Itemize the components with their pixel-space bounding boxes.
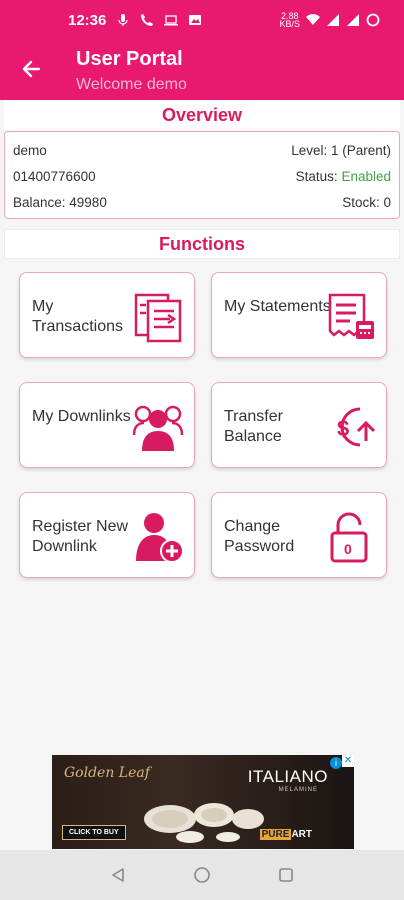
- nav-recents-button[interactable]: [275, 864, 297, 886]
- nav-back-icon: [112, 868, 124, 882]
- add-user-icon: [136, 513, 184, 563]
- status: Status: Enabled: [296, 169, 391, 184]
- phone-icon: [141, 14, 154, 26]
- tile-label: My Transactions: [32, 298, 123, 335]
- ad-info-icon[interactable]: i: [330, 757, 342, 769]
- ad-art: ART: [291, 829, 312, 840]
- status-label: Status:: [295, 169, 338, 184]
- overview-card: demo Level: 1 (Parent) 01400776600 Statu…: [4, 131, 400, 219]
- functions-heading: Functions: [4, 229, 400, 259]
- nav-back-button[interactable]: [107, 864, 129, 886]
- tile-label: Transfer Balance: [224, 408, 283, 445]
- overview-heading: Overview: [4, 100, 400, 130]
- system-nav-bar: [0, 850, 404, 900]
- ad-brand: Golden Leaf: [64, 765, 150, 781]
- signal-icon: [327, 14, 339, 26]
- dollar-transfer-icon: $: [337, 407, 376, 447]
- ad-close-icon[interactable]: ✕: [342, 755, 354, 767]
- my-statements-tile[interactable]: My Statements: [211, 272, 387, 358]
- ad-product-sub: MELAMINE: [278, 787, 318, 793]
- change-password-tile[interactable]: Change Password 0: [211, 492, 387, 578]
- register-new-downlink-tile[interactable]: Register New Downlink: [19, 492, 195, 578]
- padlock-icon: 0: [330, 512, 368, 563]
- network-speed: 2.88 KB/S: [279, 11, 300, 29]
- stock: Stock: 0: [342, 195, 391, 210]
- arrow-left-icon: [22, 60, 41, 78]
- balance: Balance: 49980: [13, 195, 107, 210]
- ad-cta-button[interactable]: CLICK TO BUY: [62, 825, 126, 840]
- back-button[interactable]: [18, 56, 44, 82]
- tableware-image: [144, 803, 264, 843]
- tile-label: My Downlinks: [32, 408, 131, 425]
- ad-banner[interactable]: Golden Leaf ITALIANO MELAMINE CLICK TO B…: [52, 755, 354, 849]
- tile-label: My Statements: [224, 298, 331, 315]
- level: Level: 1 (Parent): [291, 143, 391, 158]
- app-bar: 12:36 2.88 KB/S User Portal Welcome demo: [0, 0, 404, 100]
- transactions-icon: [134, 293, 182, 343]
- svg-text:0: 0: [344, 541, 352, 557]
- tile-label: Change Password: [224, 518, 295, 555]
- tile-label: Register New Downlink: [32, 518, 129, 555]
- phone-number: 01400776600: [13, 169, 96, 184]
- ad-product: ITALIANO: [247, 767, 328, 786]
- battery-icon: [366, 13, 380, 27]
- image-icon: [189, 15, 202, 25]
- signal-icon: [347, 14, 359, 26]
- my-downlinks-tile[interactable]: My Downlinks: [19, 382, 195, 468]
- page-subtitle: Welcome demo: [76, 76, 187, 93]
- transfer-balance-tile[interactable]: Transfer Balance $: [211, 382, 387, 468]
- username: demo: [13, 143, 47, 158]
- statement-receipt-icon: [328, 293, 374, 339]
- page-title: User Portal: [76, 48, 183, 70]
- nav-recents-icon: [279, 868, 293, 882]
- svg-text:$: $: [337, 416, 349, 441]
- wifi-icon: [306, 14, 320, 25]
- ad-pure: PURE: [259, 829, 292, 840]
- nav-home-button[interactable]: [191, 864, 213, 886]
- status-value: Enabled: [341, 169, 391, 184]
- status-bar: 12:36 2.88 KB/S: [0, 0, 404, 40]
- mic-icon: [118, 14, 128, 26]
- status-time: 12:36: [68, 11, 107, 29]
- laptop-icon: [164, 15, 179, 26]
- my-transactions-tile[interactable]: My Transactions: [19, 272, 195, 358]
- ad-pure-art: PURE ART: [259, 829, 312, 840]
- group-users-icon: [132, 405, 184, 451]
- nav-home-icon: [194, 867, 210, 883]
